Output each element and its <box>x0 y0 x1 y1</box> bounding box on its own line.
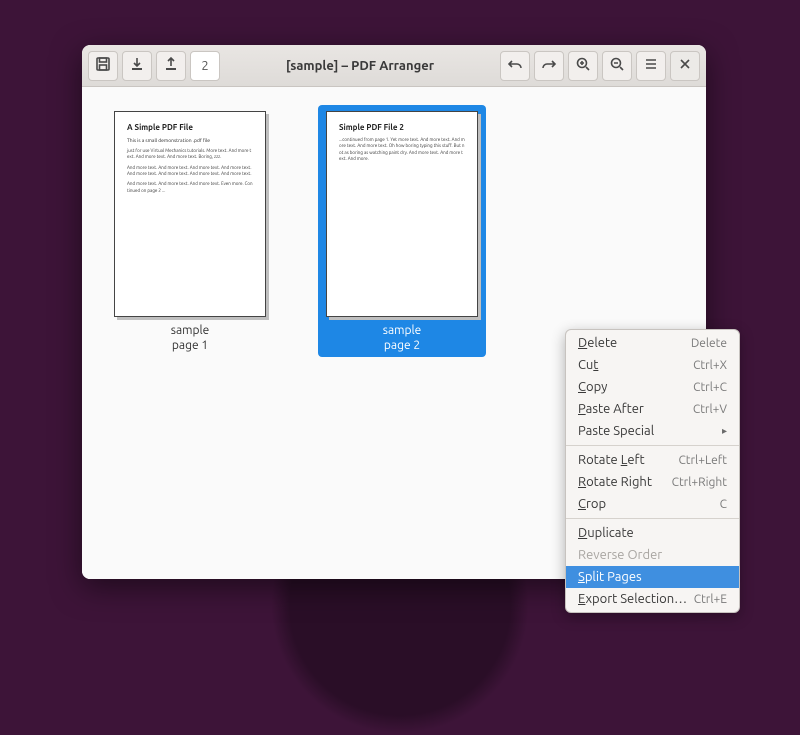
thumbnail-caption: samplepage 1 <box>171 323 210 353</box>
page-preview-paragraph: ...continued from page 1. Yet more text.… <box>339 137 465 162</box>
context-menu: Delete Delete Cut Ctrl+X Copy Ctrl+C Paste Aft… <box>565 329 740 613</box>
menu-item-label: Export Selection… <box>578 592 687 606</box>
menu-item[interactable]: Paste Special ▸ <box>566 420 739 442</box>
redo-button[interactable] <box>534 51 564 81</box>
import-icon <box>129 56 145 75</box>
close-window-button[interactable] <box>670 51 700 81</box>
hamburger-icon <box>643 56 659 75</box>
menu-separator <box>566 445 739 446</box>
menu-item: Reverse Order <box>566 544 739 566</box>
redo-icon <box>541 56 557 75</box>
menu-item-label: Rotate Right <box>578 475 652 489</box>
menu-item-label: Paste Special <box>578 424 654 438</box>
menu-item-label: Cut <box>578 358 598 372</box>
menu-item[interactable]: Paste After Ctrl+V <box>566 398 739 420</box>
save-icon <box>95 56 111 75</box>
menu-item[interactable]: Split Pages <box>566 566 739 588</box>
menu-item-label: Crop <box>578 497 606 511</box>
zoom-in-button[interactable] <box>568 51 598 81</box>
undo-button[interactable] <box>500 51 530 81</box>
page-preview: Simple PDF File 2 ...continued from page … <box>326 111 478 317</box>
zoom-out-button[interactable] <box>602 51 632 81</box>
undo-icon <box>507 56 523 75</box>
window-title: [sample] – PDF Arranger <box>224 59 496 73</box>
caption-pagenum: page 2 <box>383 338 422 353</box>
page-number-value: 2 <box>201 59 208 73</box>
menu-item-accelerator: Ctrl+Left <box>678 454 727 467</box>
caption-filename: sample <box>383 323 422 338</box>
zoom-out-icon <box>609 56 625 75</box>
hamburger-menu-button[interactable] <box>636 51 666 81</box>
export-button[interactable] <box>156 51 186 81</box>
menu-item[interactable]: Crop C <box>566 493 739 515</box>
menu-item-label: Paste After <box>578 402 644 416</box>
menu-item-label: Duplicate <box>578 526 634 540</box>
page-preview-title: Simple PDF File 2 <box>339 122 465 133</box>
import-button[interactable] <box>122 51 152 81</box>
menu-item-accelerator: Ctrl+X <box>693 359 727 372</box>
menu-item-accelerator: Ctrl+V <box>693 403 727 416</box>
save-button[interactable] <box>88 51 118 81</box>
export-icon <box>163 56 179 75</box>
menu-item-accelerator: Ctrl+E <box>694 593 727 606</box>
menu-item-label: Reverse Order <box>578 548 662 562</box>
page-number-input[interactable]: 2 <box>190 51 220 81</box>
menu-item[interactable]: Duplicate <box>566 522 739 544</box>
page-preview-subtitle: This is a small demonstration .pdf file <box>127 137 253 144</box>
menu-item[interactable]: Export Selection… Ctrl+E <box>566 588 739 610</box>
page-preview-paragraph: just for use Virtual Mechanics tutorials… <box>127 148 253 161</box>
caption-pagenum: page 1 <box>171 338 210 353</box>
menu-item[interactable]: Delete Delete <box>566 332 739 354</box>
page-preview-paragraph: And more text. And more text. And more t… <box>127 181 253 194</box>
page-preview-paragraph: And more text. And more text. And more t… <box>127 165 253 178</box>
headerbar: 2 [sample] – PDF Arranger <box>82 45 706 87</box>
menu-item[interactable]: Copy Ctrl+C <box>566 376 739 398</box>
menu-separator <box>566 518 739 519</box>
caption-filename: sample <box>171 323 210 338</box>
menu-item-label: Split Pages <box>578 570 642 584</box>
page-thumbnail[interactable]: Simple PDF File 2 ...continued from page … <box>318 105 486 357</box>
close-icon <box>677 56 693 75</box>
menu-item-accelerator: Ctrl+C <box>693 381 727 394</box>
menu-item-accelerator: Delete <box>691 337 727 350</box>
menu-item-accelerator: Ctrl+Right <box>672 476 727 489</box>
menu-item-label: Delete <box>578 336 617 350</box>
menu-item-label: Copy <box>578 380 607 394</box>
zoom-in-icon <box>575 56 591 75</box>
page-preview-title: A Simple PDF File <box>127 122 253 133</box>
page-thumbnail[interactable]: A Simple PDF File This is a small demonst… <box>106 105 274 357</box>
menu-item-label: Rotate Left <box>578 453 645 467</box>
menu-item[interactable]: Rotate Right Ctrl+Right <box>566 471 739 493</box>
menu-item-accelerator: C <box>720 498 727 511</box>
thumbnail-caption: samplepage 2 <box>383 323 422 353</box>
menu-item[interactable]: Cut Ctrl+X <box>566 354 739 376</box>
menu-item[interactable]: Rotate Left Ctrl+Left <box>566 449 739 471</box>
page-preview: A Simple PDF File This is a small demonst… <box>114 111 266 317</box>
chevron-right-icon: ▸ <box>722 425 727 437</box>
